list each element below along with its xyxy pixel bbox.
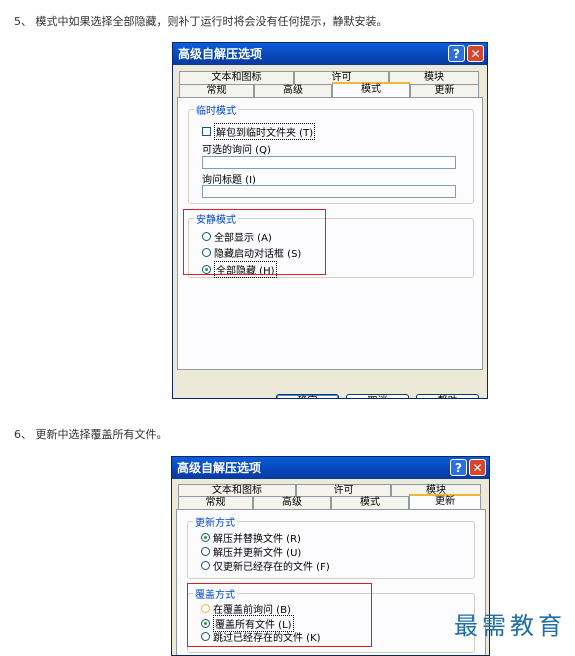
ok-button[interactable]: 确定 — [276, 394, 339, 398]
update-option-replace[interactable]: 解压并替换文件 (R) — [201, 530, 301, 545]
update-option-existing-only-label: 仅更新已经存在的文件 (F) — [213, 562, 330, 573]
tab-mode[interactable]: 模式 — [332, 82, 410, 97]
title-bar: 高级自解压选项 ? ✕ — [173, 43, 487, 65]
tab-row-front: 常规 高级 模式 更新 — [179, 82, 479, 97]
watermark-logo: 最需教育 — [454, 612, 566, 640]
unpack-temp-checkbox[interactable] — [202, 127, 211, 136]
temp-mode-group-label: 临时模式 — [194, 102, 238, 117]
step-5-caption: 5、 模式中如果选择全部隐藏，则补丁运行时将会没有任何提示，静默安装。 — [14, 15, 388, 28]
prompt-title-label: 询问标题 (I) — [202, 175, 256, 186]
tab-row-front: 常规 高级 模式 更新 — [178, 494, 481, 509]
silent-mode-highlight — [183, 209, 326, 275]
update-option-update-label: 解压并更新文件 (U) — [213, 548, 302, 559]
update-option-existing-only[interactable]: 仅更新已经存在的文件 (F) — [201, 558, 330, 573]
close-button[interactable]: ✕ — [467, 45, 484, 62]
overwrite-mode-highlight — [187, 583, 372, 647]
tab-general[interactable]: 常规 — [178, 496, 253, 509]
tab-update[interactable]: 更新 — [410, 84, 479, 97]
update-option-update[interactable]: 解压并更新文件 (U) — [201, 544, 301, 559]
tab-text-and-icon[interactable]: 文本和图标 — [179, 71, 294, 84]
prompt-title-input[interactable] — [202, 185, 456, 198]
tab-advanced[interactable]: 高级 — [254, 84, 332, 97]
tab-mode[interactable]: 模式 — [331, 496, 409, 509]
unpack-temp-checkbox-row[interactable]: 解包到临时文件夹 (T) — [202, 123, 316, 140]
optional-prompt-label: 可选的询问 (Q) — [202, 145, 271, 156]
tab-general[interactable]: 常规 — [179, 84, 254, 97]
dialog-title: 高级自解压选项 — [178, 47, 263, 61]
radio-replace[interactable] — [201, 533, 210, 542]
help-button[interactable]: 帮助 — [416, 394, 479, 398]
update-method-group-label: 更新方式 — [193, 514, 237, 529]
tab-advanced[interactable]: 高级 — [253, 496, 331, 509]
radio-update[interactable] — [201, 547, 210, 556]
dialog-title: 高级自解压选项 — [177, 461, 262, 475]
tab-row-back: 文本和图标 许可 模块 — [179, 71, 479, 84]
close-button[interactable]: ✕ — [469, 459, 486, 476]
help-title-button[interactable]: ? — [450, 459, 467, 476]
tab-update[interactable]: 更新 — [409, 494, 481, 509]
title-bar: 高级自解压选项 ? ✕ — [172, 457, 489, 479]
step-6-caption: 6、 更新中选择覆盖所有文件。 — [14, 428, 168, 441]
unpack-temp-label: 解包到临时文件夹 (T) — [214, 123, 316, 140]
radio-existing-only[interactable] — [201, 561, 210, 570]
optional-prompt-input[interactable] — [202, 156, 456, 169]
cancel-button[interactable]: 取消 — [346, 394, 409, 398]
update-option-replace-label: 解压并替换文件 (R) — [213, 534, 301, 545]
help-title-button[interactable]: ? — [448, 45, 465, 62]
